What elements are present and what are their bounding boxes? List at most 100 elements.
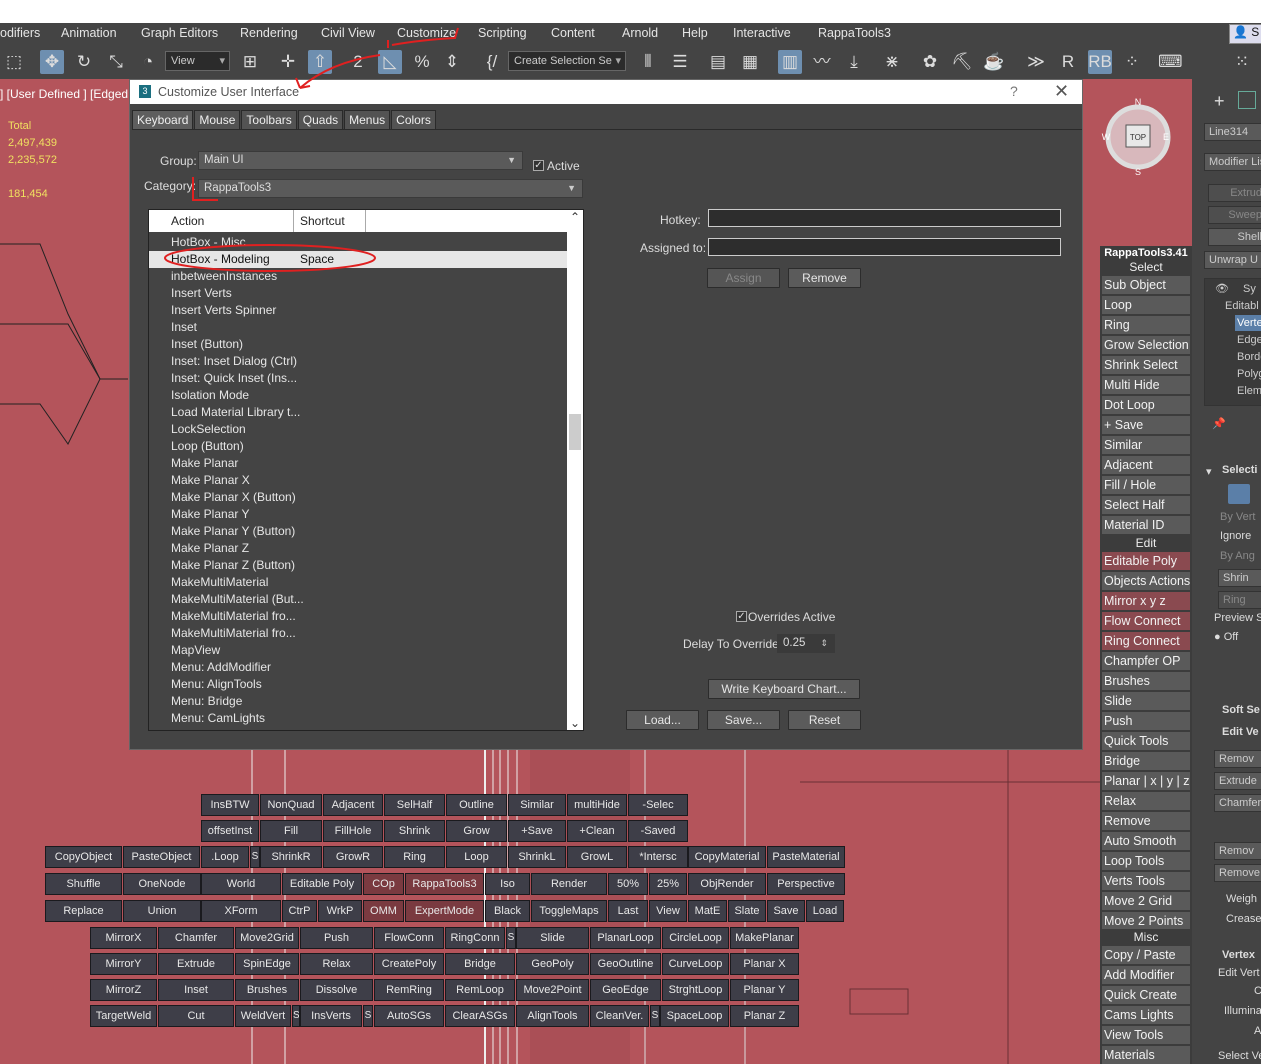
rappa-button[interactable]: Materials [1102,1046,1190,1064]
hotbox-button[interactable]: 50% [608,873,648,895]
hotbox-button[interactable]: S [506,927,516,949]
rappa-button[interactable]: Relax [1102,792,1190,810]
hotbox-button[interactable]: Iso [485,873,530,895]
stack-eye-icon[interactable]: 👁 [1215,281,1229,297]
hotbox-button[interactable]: Shrink [384,820,445,842]
hotbox-button[interactable]: FillHole [323,820,383,842]
create-tab-icon[interactable]: + [1214,91,1225,112]
hotbox-button[interactable]: ObjRender [688,873,766,895]
hotbox-button[interactable]: TargetWeld [90,1005,157,1027]
rappa-button[interactable]: Add Modifier [1102,966,1190,984]
rappa-button[interactable]: Similar [1102,436,1190,454]
modifier-stack[interactable]: 👁 Sy Editabl Verte Edge Borde Polyg Elem [1204,278,1261,406]
hotbox-button[interactable]: ShrinkR [260,846,322,868]
hotbox-button[interactable]: SpaceLoop [660,1005,729,1027]
hotbox-button[interactable]: Slate [728,900,766,922]
hotbox-button[interactable]: Planar Y [730,979,799,1001]
rappa-button[interactable]: Select Half [1102,496,1190,514]
hotbox-button[interactable]: Ring [384,846,445,868]
soft-selection-rollout[interactable]: Soft Se [1222,704,1260,716]
rappa-button[interactable]: Ring Connect [1102,632,1190,650]
rappa-button[interactable]: Shrink Select [1102,356,1190,374]
hotbox-button[interactable]: OMM [363,900,404,922]
hotbox-button[interactable]: Last [608,900,648,922]
hotbox-button[interactable]: Cut [158,1005,234,1027]
hotbox-button[interactable]: S [650,1005,660,1027]
rappa-button[interactable]: Material ID [1102,516,1190,534]
hotbox-button[interactable]: Perspective [767,873,845,895]
hotbox-button[interactable]: Move2Grid [235,927,299,949]
hotbox-button[interactable]: OneNode [123,873,201,895]
hotbox-button[interactable]: Grow [446,820,507,842]
hotbox-button[interactable]: WrkP [318,900,362,922]
hotbox-button[interactable]: ClearASGs [445,1005,515,1027]
hotbox-button[interactable]: Dissolve [300,979,373,1001]
preview-off-radio[interactable]: ● Off [1214,631,1238,643]
pin-stack-icon[interactable]: 📌 [1212,417,1226,430]
hotbox-button[interactable]: Brushes [235,979,299,1001]
rappa-button[interactable]: Quick Create [1102,986,1190,1004]
by-vertex-option[interactable]: By Vert [1220,511,1255,523]
ring-button[interactable]: Ring [1218,591,1261,609]
hotbox-button[interactable]: RemLoop [445,979,515,1001]
hotbox-button[interactable]: Loop [446,846,507,868]
hotbox-button[interactable]: +Clean [567,820,627,842]
hotbox-button[interactable]: AutoSGs [374,1005,444,1027]
rappa-button[interactable]: Multi Hide [1102,376,1190,394]
rappa-button[interactable]: Auto Smooth [1102,832,1190,850]
rappa-button[interactable]: Grow Selection [1102,336,1190,354]
rappa-button[interactable]: Move 2 Grid [1102,892,1190,910]
hotbox-button[interactable]: Outline [446,794,507,816]
hotbox-button[interactable]: *Intersc [628,846,688,868]
unwrap-mod-button[interactable]: Unwrap U [1204,251,1261,269]
rappa-button[interactable]: Verts Tools [1102,872,1190,890]
rappa-button[interactable]: Push [1102,712,1190,730]
selection-rollout[interactable]: Selecti [1222,464,1257,476]
hotbox-button[interactable]: .Loop [201,846,249,868]
hotbox-button[interactable]: Planar X [730,953,799,975]
by-angle-option[interactable]: By Ang [1220,550,1255,562]
hotbox-button[interactable]: Load [806,900,844,922]
hotbox-button[interactable]: GrowL [567,846,627,868]
hotbox-button[interactable]: Bridge [445,953,515,975]
rappa-button[interactable]: Slide [1102,692,1190,710]
hotbox-button[interactable]: S [292,1005,300,1027]
hotbox-button[interactable]: PasteMaterial [767,846,845,868]
rappa-button[interactable]: Loop Tools [1102,852,1190,870]
hotbox-button[interactable]: COp [363,873,404,895]
rappa-button[interactable]: Move 2 Points [1102,912,1190,930]
stack-item-sym[interactable]: Sy [1243,281,1256,297]
rappa-button[interactable]: Copy / Paste [1102,946,1190,964]
hotbox-button[interactable]: offsetInst [201,820,259,842]
rappa-button[interactable]: Brushes [1102,672,1190,690]
hotbox-button[interactable]: MatE [688,900,727,922]
hotbox-button[interactable]: MirrorY [90,953,157,975]
rollout-collapse-icon[interactable]: ▾ [1206,465,1212,478]
rappa-button[interactable]: Adjacent [1102,456,1190,474]
hotbox-button[interactable]: GrowR [323,846,383,868]
chamfer-vertex-button[interactable]: Chamfer [1214,794,1261,812]
hotbox-button[interactable]: MirrorX [90,927,157,949]
hotbox-button[interactable]: Slide [516,927,589,949]
hotbox-button[interactable]: View [649,900,687,922]
hotbox-button[interactable]: CtrP [282,900,317,922]
hotbox-button[interactable]: SpinEdge [235,953,299,975]
stack-item-polygon[interactable]: Polyg [1237,366,1261,382]
hotbox-button[interactable]: Save [767,900,805,922]
hotbox-button[interactable]: -Saved [628,820,688,842]
hotbox-button[interactable]: FlowConn [374,927,444,949]
rappa-button[interactable]: + Save [1102,416,1190,434]
rappa-button[interactable]: Ring [1102,316,1190,334]
hotbox-button[interactable]: Extrude [158,953,234,975]
hotbox-button[interactable]: SelHalf [384,794,445,816]
modify-tab-icon[interactable] [1238,91,1256,109]
hotbox-button[interactable]: ToggleMaps [531,900,607,922]
hotbox-button[interactable]: MirrorZ [90,979,157,1001]
extrude-mod-button[interactable]: Extrud [1208,184,1261,202]
hotbox-button[interactable]: +Save [508,820,566,842]
rappa-button[interactable]: Dot Loop [1102,396,1190,414]
rappa-button[interactable]: Editable Poly [1102,552,1190,570]
hotbox-button[interactable]: World [201,873,281,895]
rappa-button[interactable]: Planar | x | y | z [1102,772,1190,790]
hotbox-button[interactable]: Black [485,900,530,922]
